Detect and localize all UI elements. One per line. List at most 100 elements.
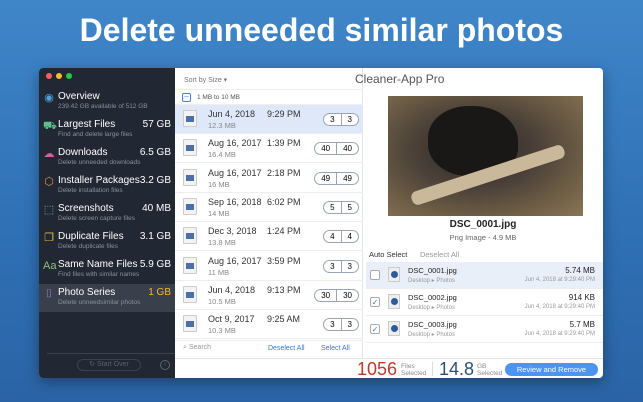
group-header: –1 MB to 10 MB	[175, 89, 363, 105]
row-time: 1:39 PM	[267, 138, 301, 149]
sidebar-item-subtitle: 239.42 GB available of 512 GB	[58, 103, 148, 110]
count-badge: 30 30	[314, 288, 359, 302]
package-icon: ⬡	[44, 176, 54, 188]
group-label: 1 MB to 10 MB	[197, 94, 240, 101]
row-date: Dec 3, 2018	[208, 226, 257, 237]
select-all-button[interactable]: Select All	[321, 345, 350, 352]
preview-filename: DSC_0001.jpg	[449, 219, 517, 230]
count-badge: 49 49	[314, 171, 359, 185]
row-size: 10.3 MB	[208, 326, 236, 336]
sidebar-item-subtitle: Delete duplicate files	[58, 243, 118, 250]
list-item[interactable]: Oct 9, 2017 9:25 AM 10.3 MB 33	[175, 310, 363, 340]
group-checkbox[interactable]: –	[182, 93, 191, 102]
sidebar-item-title: Overview	[58, 91, 100, 102]
list-item[interactable]: Dec 3, 2018 1:24 PM 13.8 MB 44	[175, 222, 363, 252]
sidebar-item-size: 1 GB	[148, 287, 171, 298]
deselect-all-button[interactable]: Deselect All	[268, 345, 305, 352]
divider	[47, 353, 175, 354]
sort-dropdown[interactable]: Sort by Size ▾	[184, 76, 227, 84]
start-over-button[interactable]: ↻ Start Over	[77, 359, 141, 371]
row-time: 9:13 PM	[267, 284, 301, 295]
window-controls	[46, 73, 72, 79]
count-badge: 33	[323, 318, 359, 332]
sidebar-item-size: 3.2 GB	[139, 175, 171, 186]
list-item[interactable]: Sep 16, 2018 6:02 PM 14 MB 55	[175, 193, 363, 222]
back-icon[interactable]: ‹	[160, 360, 170, 370]
sidebar-item-size: 40 MB	[142, 203, 171, 214]
row-time: 6:02 PM	[267, 196, 301, 207]
row-time: 9:29 PM	[267, 109, 301, 119]
file-row[interactable]: DSC_0001.jpg Desktop ▸ Photos 5.74 MB Ju…	[366, 262, 603, 289]
row-size: 10.5 MB	[208, 296, 236, 306]
auto-select-button[interactable]: Auto Select	[369, 250, 407, 259]
gb-selected-count: 14.8	[439, 359, 475, 378]
zoom-button[interactable]	[66, 73, 72, 79]
row-time: 2:18 PM	[267, 167, 301, 178]
jpeg-file-icon	[183, 256, 197, 274]
sidebar-item-subtitle: Delete installation files	[58, 187, 123, 194]
jpeg-file-icon	[183, 285, 197, 303]
sidebar-item-subtitle: Delete unneedsimilar photos	[58, 299, 141, 306]
sidebar-item-overview[interactable]: ◉ Overview 239.42 GB available of 512 GB	[39, 88, 175, 116]
row-size: 11 MB	[208, 267, 230, 277]
row-time: 1:24 PM	[267, 226, 301, 237]
truck-icon: ⛟	[43, 120, 57, 132]
preview-info: Png Image - 4.9 MB	[449, 233, 517, 242]
row-size: 16 MB	[208, 179, 230, 189]
sidebar-item-largest-files[interactable]: ⛟ Largest Files 57 GB Find and delete la…	[39, 116, 175, 144]
app-title: Cleaner-App Pro	[355, 72, 445, 86]
row-size: 12.3 MB	[208, 121, 236, 130]
gb-selected-label: GB Selected	[477, 363, 503, 377]
file-checkbox[interactable]: ✓	[370, 297, 380, 307]
sidebar-item-photo-series[interactable]: ⌷ Photo Series 1 GB Delete unneedsimilar…	[39, 284, 175, 312]
list-item[interactable]: Aug 16, 2017 2:18 PM 16 MB 49 49	[175, 164, 363, 193]
list-item[interactable]: Jun 4, 2018 9:29 PM 12.3 MB 33	[175, 105, 363, 134]
file-size: 5.7 MB	[569, 320, 595, 329]
row-date: Jun 4, 2018	[208, 284, 256, 295]
sidebar-item-screenshots[interactable]: ⬚ Screenshots 40 MB Delete screen captur…	[39, 200, 175, 228]
list-item[interactable]: Aug 16, 2017 1:39 PM 16.4 MB 40 40	[175, 134, 363, 164]
count-badge: 44	[323, 230, 359, 244]
row-size: 14 MB	[208, 208, 230, 218]
sidebar-item-installer-packages[interactable]: ⬡ Installer Packages 3.2 GB Delete insta…	[39, 172, 175, 200]
close-button[interactable]	[46, 73, 52, 79]
sidebar-item-downloads[interactable]: ☁ Downloads 6.5 GB Delete unneeded downl…	[39, 144, 175, 172]
sidebar-item-subtitle: Delete screen capture files	[58, 215, 135, 222]
files-selected-label: Files Selected	[401, 363, 427, 377]
sidebar-item-same-name-files[interactable]: Aa Same Name Files 5.9 GB Find files wit…	[39, 256, 175, 284]
jpeg-file-icon	[183, 197, 197, 215]
row-size: 13.8 MB	[208, 238, 236, 248]
file-size: 914 KB	[568, 293, 595, 302]
file-path: Desktop ▸ Photos	[408, 278, 456, 284]
sidebar-item-subtitle: Delete unneeded downloads	[58, 159, 141, 166]
review-and-remove-button[interactable]: Review and Remove	[505, 363, 598, 376]
files-selected-count: 1056	[357, 359, 398, 378]
eye-icon: ◉	[44, 92, 54, 104]
deselect-all-files-button[interactable]: Deselect All	[420, 250, 459, 259]
file-date: Jun 4, 2018 at 9:29:40 PM	[524, 277, 595, 283]
sidebar-item-size: 5.9 GB	[139, 259, 171, 270]
list-footer: ⌕ Search Deselect All Select All	[175, 340, 363, 356]
minimize-button[interactable]	[56, 73, 62, 79]
file-checkbox[interactable]	[370, 270, 380, 280]
count-badge: 33	[323, 113, 359, 126]
screenshot-icon: ⬚	[43, 204, 55, 216]
photo-preview	[388, 96, 583, 216]
sidebar-item-duplicate-files[interactable]: ❐ Duplicate Files 3.1 GB Delete duplicat…	[39, 228, 175, 256]
row-time: 3:59 PM	[267, 255, 301, 266]
jpeg-file-icon	[183, 227, 197, 245]
file-checkbox[interactable]: ✓	[370, 324, 380, 334]
image-file-icon	[388, 321, 400, 336]
count-badge: 55	[323, 200, 359, 214]
list-item[interactable]: Aug 16, 2017 3:59 PM 11 MB 33	[175, 252, 363, 281]
file-size: 5.74 MB	[565, 266, 595, 275]
file-row[interactable]: ✓ DSC_0003.jpg Desktop ▸ Photos 5.7 MB J…	[366, 316, 603, 343]
headline: Delete unneeded similar photos	[79, 12, 564, 48]
search-input[interactable]: ⌕ Search	[183, 344, 211, 352]
app-window: ◉ Overview 239.42 GB available of 512 GB…	[39, 68, 603, 378]
file-row[interactable]: ✓ DSC_0002.jpg Desktop ▸ Photos 914 KB J…	[366, 289, 603, 316]
file-path: Desktop ▸ Photos	[408, 332, 456, 338]
file-path: Desktop ▸ Photos	[408, 305, 456, 311]
file-name: DSC_0002.jpg	[408, 293, 457, 302]
list-item[interactable]: Jun 4, 2018 9:13 PM 10.5 MB 30 30	[175, 281, 363, 310]
